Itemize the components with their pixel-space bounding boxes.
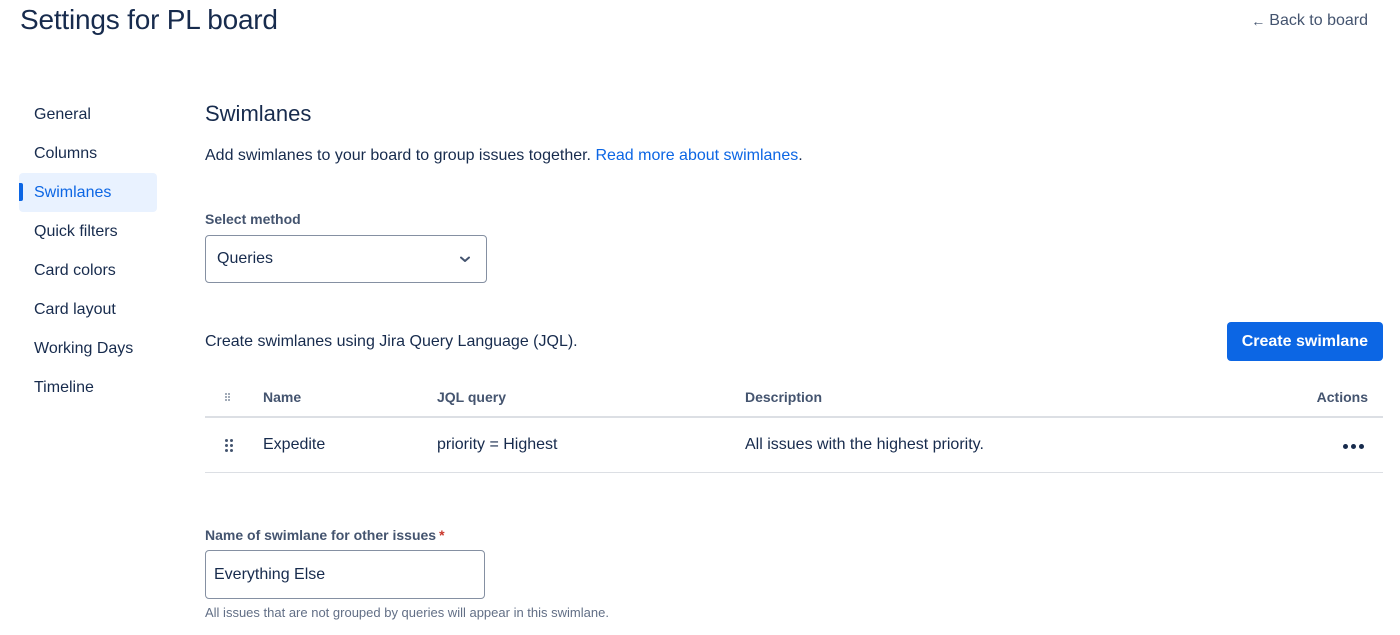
header-actions: Actions: [1316, 389, 1368, 405]
row-actions: [1273, 436, 1383, 454]
row-name: Expedite: [263, 436, 326, 453]
back-to-board-label: Back to board: [1269, 12, 1368, 29]
swimlanes-table: Name JQL query Description Actions Exped…: [205, 378, 1383, 473]
drag-handle-icon: [225, 393, 230, 401]
sidebar-item-quick-filters[interactable]: Quick filters: [19, 212, 157, 251]
sidebar-item-card-layout[interactable]: Card layout: [19, 290, 157, 329]
settings-sidebar: General Columns Swimlanes Quick filters …: [19, 95, 157, 407]
arrow-left-icon: ←: [1251, 13, 1266, 29]
section-title: Swimlanes: [205, 101, 312, 126]
read-more-link[interactable]: Read more about swimlanes: [595, 147, 798, 164]
other-issues-helper-text: All issues that are not grouped by queri…: [205, 605, 609, 620]
row-description: All issues with the highest priority.: [745, 436, 984, 453]
required-marker: *: [439, 527, 445, 543]
header-name: Name: [263, 389, 302, 405]
chevron-down-icon: [460, 254, 470, 264]
sidebar-item-general[interactable]: General: [19, 95, 157, 134]
more-actions-icon[interactable]: [1339, 440, 1368, 453]
other-issues-name-input[interactable]: [205, 550, 485, 599]
other-issues-label: Name of swimlane for other issues *: [205, 527, 445, 543]
intro-description: Add swimlanes to your board to group iss…: [205, 147, 596, 164]
header-jql-query: JQL query: [437, 389, 506, 405]
select-method-dropdown[interactable]: Queries: [205, 235, 487, 283]
table-row: Expedite priority = Highest All issues w…: [205, 418, 1383, 473]
sidebar-item-columns[interactable]: Columns: [19, 134, 157, 173]
jql-description: Create swimlanes using Jira Query Langua…: [205, 333, 578, 350]
back-to-board-link[interactable]: ← Back to board: [1251, 12, 1368, 30]
header-description: Description: [745, 389, 823, 405]
select-method-label: Select method: [205, 211, 301, 227]
intro-text: Add swimlanes to your board to group iss…: [205, 147, 803, 165]
page-title: Settings for PL board: [20, 4, 278, 35]
other-issues-label-text: Name of swimlane for other issues: [205, 527, 437, 543]
sidebar-item-timeline[interactable]: Timeline: [19, 368, 157, 407]
intro-period: .: [798, 147, 803, 164]
create-swimlane-button[interactable]: Create swimlane: [1226, 322, 1383, 361]
select-method-value: Queries: [217, 250, 274, 267]
sidebar-item-card-colors[interactable]: Card colors: [19, 251, 157, 290]
drag-handle-icon: [225, 438, 233, 452]
drag-column-header: [205, 393, 263, 401]
sidebar-item-swimlanes[interactable]: Swimlanes: [19, 173, 157, 212]
row-drag-handle[interactable]: [205, 438, 263, 452]
table-header: Name JQL query Description Actions: [205, 378, 1383, 418]
sidebar-item-working-days[interactable]: Working Days: [19, 329, 157, 368]
row-jql-query: priority = Highest: [437, 436, 558, 453]
